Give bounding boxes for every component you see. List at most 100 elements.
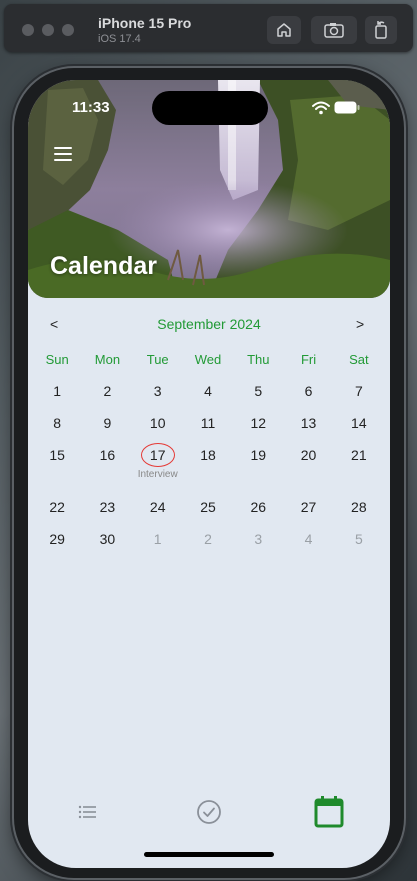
day-number: 3 [153,383,162,399]
calendar-day[interactable]: 6 [283,383,333,415]
home-indicator [144,852,274,857]
hamburger-menu-icon[interactable] [54,147,72,161]
day-number: 22 [49,499,65,515]
calendar-day[interactable]: 9 [82,415,132,447]
weekday-label: Thu [247,352,270,367]
day-number: 7 [354,383,363,399]
calendar-day[interactable]: 7 [334,383,384,415]
calendar-icon [314,796,344,828]
calendar-day[interactable]: 1 [133,531,183,563]
calendar-grid: 1 2 3 4 5 6 7 8 9 10 11 12 13 14 15 16 17 Interview 18 19 20… [32,383,384,563]
month-title: September 2024 [157,316,261,332]
home-icon [277,23,291,37]
device-name: iPhone 15 Pro [98,15,192,31]
calendar-day-with-event[interactable]: 17 Interview [133,443,183,499]
day-number: 28 [351,499,367,515]
month-navigation: < September 2024 > [28,316,390,336]
calendar-day[interactable]: 4 [183,383,233,415]
calendar-day[interactable]: 18 [183,447,233,499]
weekday-label: Tue [146,352,169,367]
day-number: 15 [49,447,65,463]
calendar-day[interactable]: 28 [334,499,384,531]
day-number: 10 [149,415,166,431]
weekday-label: Sat [349,352,369,367]
calendar-day[interactable]: 4 [283,531,333,563]
day-number: 12 [250,415,267,431]
day-number: 9 [103,415,112,431]
weekday-label: Wed [194,352,222,367]
calendar-day[interactable]: 11 [183,415,233,447]
rotate-button[interactable] [365,16,397,44]
calendar-day[interactable]: 21 [334,447,384,499]
tab-list[interactable] [68,792,108,832]
home-button[interactable] [267,16,301,44]
day-number: 24 [149,499,166,515]
calendar-day[interactable]: 12 [233,415,283,447]
day-number: 23 [99,499,116,515]
day-number: 1 [53,383,62,399]
day-number: 2 [204,531,212,547]
calendar-day[interactable]: 1 [32,383,82,415]
calendar-day[interactable]: 16 [82,447,132,499]
minimize-window-button[interactable] [42,24,54,36]
day-number: 1 [153,531,162,547]
tab-tasks[interactable] [189,792,229,832]
zoom-window-button[interactable] [62,24,74,36]
tab-bar [28,792,390,842]
calendar-day[interactable]: 3 [133,383,183,415]
wifi-icon [312,101,330,115]
day-number: 6 [304,383,313,399]
calendar-day[interactable]: 15 [32,447,82,499]
day-number: 8 [53,415,62,431]
calendar-day[interactable]: 23 [82,499,132,531]
header-banner: 11:33 Calendar [28,80,390,298]
day-number: 25 [200,499,216,515]
calendar-day[interactable]: 19 [233,447,283,499]
calendar-day[interactable]: 29 [32,531,82,563]
calendar-day[interactable]: 26 [233,499,283,531]
day-number: 27 [300,499,317,515]
calendar-day[interactable]: 30 [82,531,132,563]
calendar-day[interactable]: 14 [334,415,384,447]
calendar-day[interactable]: 22 [32,499,82,531]
weekday-label: Fri [300,352,317,367]
weekday-label: Sun [45,352,69,367]
calendar-day[interactable]: 5 [334,531,384,563]
rotate-icon [375,21,387,39]
phone-frame: 11:33 Calendar < September 2024 > Sun Mo… [14,68,404,878]
list-icon [78,805,96,819]
day-number: 14 [351,415,367,431]
battery-icon [334,101,360,114]
tab-calendar[interactable] [309,792,349,832]
day-number: 18 [200,447,216,463]
day-number: 29 [49,531,65,547]
day-number: 5 [254,383,263,399]
day-number: 21 [351,447,367,463]
calendar-day[interactable]: 25 [183,499,233,531]
event-label: Interview [137,469,178,480]
next-month-button[interactable]: > [356,316,364,332]
calendar-day[interactable]: 2 [183,531,233,563]
dynamic-island [152,91,268,125]
calendar-day[interactable]: 13 [283,415,333,447]
day-number: 16 [99,447,116,463]
calendar-day[interactable]: 8 [32,415,82,447]
day-number: 17 [149,447,166,463]
screenshot-icon [324,23,344,38]
day-number: 5 [354,531,363,547]
day-number: 4 [304,531,313,547]
calendar-day[interactable]: 27 [283,499,333,531]
calendar-day[interactable]: 3 [233,531,283,563]
phone-screen: 11:33 Calendar < September 2024 > Sun Mo… [28,80,390,868]
calendar-day[interactable]: 2 [82,383,132,415]
day-number: 13 [300,415,317,431]
day-number: 26 [250,499,267,515]
calendar-day[interactable]: 24 [133,499,183,531]
calendar-day[interactable]: 5 [233,383,283,415]
close-window-button[interactable] [22,24,34,36]
os-version: iOS 17.4 [98,33,141,45]
calendar-day[interactable]: 20 [283,447,333,499]
screenshot-button[interactable] [311,16,357,44]
day-number: 2 [103,383,112,399]
day-number: 4 [204,383,212,399]
